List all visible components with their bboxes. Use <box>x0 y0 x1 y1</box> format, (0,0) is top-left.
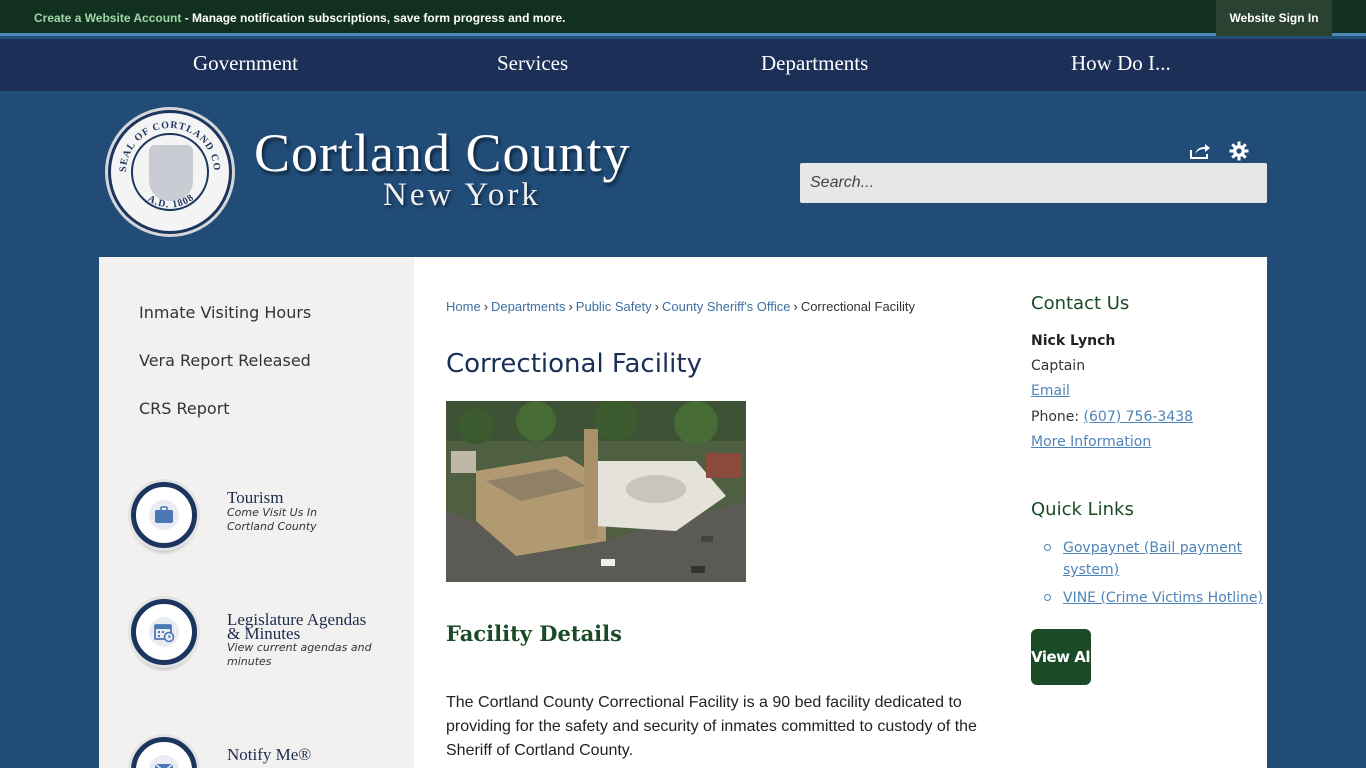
breadcrumb-separator: › <box>654 299 660 314</box>
contact-email-link[interactable]: Email <box>1031 383 1070 399</box>
more-information-row: More Information <box>1031 434 1151 450</box>
account-message: Create a Website Account - Manage notifi… <box>34 11 565 25</box>
contact-phone-row: Phone: (607) 756-3438 <box>1031 409 1193 425</box>
sidebar-link-crs-report[interactable]: CRS Report <box>139 399 230 418</box>
facility-aerial-photo <box>446 401 746 582</box>
feature-title-legislature-2[interactable]: & Minutes <box>227 625 300 642</box>
feature-desc-legislature-1: View current agendas and <box>227 641 372 654</box>
feature-title-tourism[interactable]: Tourism <box>227 489 283 506</box>
nav-how-do-i[interactable]: How Do I... <box>1071 51 1171 76</box>
more-information-link[interactable]: More Information <box>1031 434 1151 450</box>
breadcrumb-sheriffs-office[interactable]: County Sheriff's Office <box>662 299 790 314</box>
sidebar-link-inmate-visiting-hours[interactable]: Inmate Visiting Hours <box>139 303 311 322</box>
quick-link-govpaynet[interactable]: Govpaynet (Bail payment system) <box>1063 537 1242 581</box>
contact-heading: Contact Us <box>1031 293 1130 314</box>
main-nav: Government Services Departments How Do I… <box>0 39 1366 91</box>
quick-links-heading: Quick Links <box>1031 499 1134 520</box>
gear-icon[interactable] <box>1229 141 1249 161</box>
quick-link-govpaynet-line2[interactable]: system) <box>1063 559 1242 581</box>
feature-desc-tourism-2: Cortland County <box>227 520 317 533</box>
account-message-text: - Manage notification subscriptions, sav… <box>181 11 566 25</box>
breadcrumb-separator: › <box>793 299 798 314</box>
breadcrumb: Home › Departments › Public Safety › County Sh… <box>446 299 915 314</box>
contact-role: Captain <box>1031 358 1086 374</box>
sidebar: Inmate Visiting Hours Vera Report Releas… <box>99 257 414 768</box>
svg-text:SEAL OF CORTLAND COUNTY N.Y.: SEAL OF CORTLAND COUNTY N.Y. <box>108 110 222 172</box>
tourism-feature-button[interactable] <box>131 482 197 548</box>
nav-services[interactable]: Services <box>497 51 568 76</box>
seal-lettering: SEAL OF CORTLAND COUNTY N.Y. A.D. 1808 <box>108 110 222 211</box>
view-all-button[interactable]: View All <box>1031 629 1095 685</box>
contact-name: Nick Lynch <box>1031 333 1116 349</box>
calendar-icon <box>154 624 175 643</box>
create-account-link[interactable]: Create a Website Account <box>34 11 181 25</box>
section-heading-facility-details: Facility Details <box>446 621 622 646</box>
page-title: Correctional Facility <box>446 349 702 379</box>
breadcrumb-home[interactable]: Home <box>446 299 481 314</box>
breadcrumb-separator: › <box>483 299 489 314</box>
nav-departments[interactable]: Departments <box>761 51 868 76</box>
feature-title-notify-me[interactable]: Notify Me® <box>227 746 311 763</box>
breadcrumb-departments[interactable]: Departments <box>491 299 565 314</box>
share-icon[interactable] <box>1189 142 1211 160</box>
site-subtitle: New York <box>383 177 541 213</box>
contact-email-row: Email <box>1031 383 1070 399</box>
sidebar-link-vera-report[interactable]: Vera Report Released <box>139 351 311 370</box>
suitcase-icon <box>155 506 173 523</box>
list-bullet <box>1044 594 1051 601</box>
quick-link-vine[interactable]: VINE (Crime Victims Hotline) <box>1063 587 1263 609</box>
breadcrumb-separator: › <box>568 299 573 314</box>
website-sign-in-button[interactable]: Website Sign In <box>1216 0 1332 36</box>
site-title[interactable]: Cortland County <box>254 122 631 184</box>
quick-link-govpaynet-line1[interactable]: Govpaynet (Bail payment <box>1063 537 1242 559</box>
breadcrumb-public-safety[interactable]: Public Safety <box>576 299 652 314</box>
facility-photo-illustration <box>446 401 746 582</box>
legislature-feature-button[interactable] <box>131 599 197 665</box>
phone-label: Phone: <box>1031 409 1084 425</box>
nav-government[interactable]: Government <box>193 51 298 76</box>
feature-desc-legislature-2: minutes <box>227 655 272 668</box>
list-bullet <box>1044 544 1051 551</box>
envelope-icon <box>154 763 174 768</box>
feature-desc-tourism-1: Come Visit Us In <box>227 506 318 519</box>
search-input[interactable] <box>800 163 1267 203</box>
main-panel: Inmate Visiting Hours Vera Report Releas… <box>99 257 1267 768</box>
facility-description: The Cortland County Correctional Facilit… <box>446 694 977 759</box>
notify-me-feature-button[interactable] <box>131 737 197 768</box>
top-utility-bar: Create a Website Account - Manage notifi… <box>0 0 1366 36</box>
svg-text:A.D. 1808: A.D. 1808 <box>146 192 197 211</box>
contact-phone-link[interactable]: (607) 756-3438 <box>1084 409 1194 425</box>
breadcrumb-current: Correctional Facility <box>800 299 915 314</box>
